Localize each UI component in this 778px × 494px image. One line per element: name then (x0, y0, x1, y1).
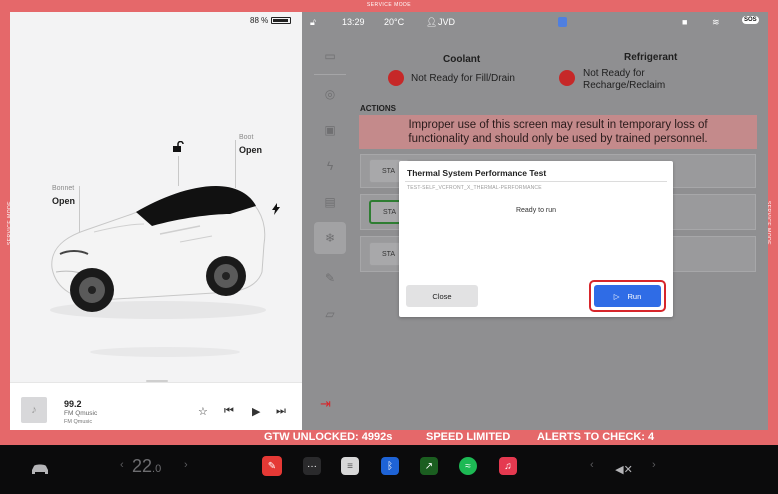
battery-percent: 88 % (250, 16, 269, 25)
station-source: FM Qmusic (64, 419, 93, 425)
play-outline-icon: ▷ (613, 291, 620, 301)
cabin-temp-decimal: .0 (152, 463, 162, 475)
next-track-icon[interactable]: ⏭ (276, 405, 286, 418)
more-icon[interactable]: ··· (303, 457, 321, 475)
screen: SERVICE MODE SERVICE MODE SERVICE MODE 8… (0, 0, 778, 494)
service-mode-frame-top: SERVICE MODE (0, 0, 778, 12)
nav-battery-icon[interactable]: ▤ (318, 190, 342, 214)
coolant-status-dot (388, 70, 404, 86)
speed-limited-text: SPEED LIMITED (426, 431, 511, 443)
refrigerant-status-dot (559, 70, 575, 86)
car-status-panel: 88 % Boot Open Bonnet Open (10, 12, 302, 382)
refrigerant-status: Not Ready for Recharge/Reclaim (583, 68, 665, 92)
temp-up-chevron-icon[interactable]: › (184, 459, 188, 471)
cabin-temperature[interactable]: 22.0 (132, 456, 161, 477)
coolant-heading: Coolant (443, 54, 481, 65)
charge-port-icon[interactable] (272, 202, 280, 220)
media-player[interactable]: ♪ 99.2 FM Qmusic FM Qmusic ☆ ⏮ ▶ ⏭ (10, 380, 302, 430)
gtw-unlocked-text: GTW UNLOCKED: 4992s (264, 431, 393, 443)
lock-status-icon[interactable]: 🔓︎ (310, 17, 316, 28)
alerts-text: ALERTS TO CHECK: 4 (537, 431, 655, 443)
actions-label: ACTIONS (360, 104, 396, 113)
volume-mute-icon[interactable]: ◀✕ (612, 459, 636, 479)
temp-down-chevron-icon[interactable]: ‹ (120, 459, 124, 471)
car-icon[interactable] (28, 459, 52, 479)
spotify-icon[interactable]: ≈ (459, 457, 477, 475)
battery-indicator: 88 % (250, 16, 292, 25)
bluetooth-status-icon (558, 17, 567, 27)
volume-up-chevron-icon[interactable]: › (652, 459, 656, 471)
nav-divider (314, 74, 346, 75)
test-dialog: Thermal System Performance Test TEST-SEL… (399, 161, 673, 317)
refrigerant-heading: Refrigerant (624, 52, 678, 63)
station-name: FM Qmusic (64, 410, 98, 417)
car-shadow (90, 347, 240, 357)
nav-car-icon[interactable]: ▭ (318, 44, 342, 68)
nav-folder-icon[interactable]: ▱ (318, 302, 342, 326)
dialog-test-id: TEST-SELF_VCFRONT_X_THERMAL-PERFORMANCE (407, 185, 542, 191)
nav-thermal-icon[interactable]: ❄ (314, 222, 346, 254)
warning-line2: functionality and should only be used by… (408, 133, 708, 145)
favorite-star-icon[interactable]: ☆ (198, 405, 208, 418)
refrigerant-status-line2: Recharge/Reclaim (583, 80, 666, 91)
dialog-divider (405, 181, 667, 182)
battery-icon (271, 17, 292, 24)
media-drag-handle[interactable] (146, 380, 168, 382)
nav-tools-icon[interactable]: ✎ (318, 266, 342, 290)
service-mode-frame-left: SERVICE MODE (0, 0, 13, 445)
nav-steering-wheel-icon[interactable]: ◎ (318, 82, 342, 106)
run-button[interactable]: ▷ Run (594, 285, 661, 307)
dashcam-icon[interactable]: ■ (682, 17, 687, 27)
service-mode-frame-right: SERVICE MODE (765, 0, 778, 445)
cabin-temp-value: 22 (132, 456, 153, 476)
boot-label: Boot (239, 134, 254, 141)
profile-name[interactable]: JVD (438, 17, 455, 27)
close-button[interactable]: Close (406, 285, 478, 307)
clock: 13:29 (342, 17, 365, 27)
boot-open-button[interactable]: Open (239, 145, 262, 155)
sos-button[interactable]: SOS (742, 16, 759, 24)
service-nav-column: ▭ ◎ ▣ ϟ ▤ ❄ ✎ ▱ ⇥ (302, 32, 358, 430)
service-panel: 🔓︎ 13:29 20°C 👤︎ JVD ■ ≋ SOS ▭ ◎ ▣ ϟ ▤ ❄… (302, 12, 768, 430)
service-wrench-icon[interactable]: ✎ (262, 456, 282, 476)
stocks-icon[interactable]: ↗ (420, 457, 438, 475)
volume-down-chevron-icon[interactable]: ‹ (590, 459, 594, 471)
service-mode-label: SERVICE MODE (366, 2, 412, 8)
run-button-label: Run (627, 291, 642, 301)
top-status-bar: 🔓︎ 13:29 20°C 👤︎ JVD ■ ≋ SOS (302, 12, 768, 32)
run-button-highlight: ▷ Run (589, 280, 666, 312)
taskbar: ‹ 22.0 › ✎ ··· ≡ ᛒ ↗ ≈ ♫ ‹ ◀✕ › (0, 445, 778, 494)
unlock-icon[interactable] (172, 140, 184, 158)
bluetooth-icon[interactable]: ᛒ (381, 457, 399, 475)
coolant-status: Not Ready for Fill/Drain (411, 73, 515, 84)
refrigerant-status-line1: Not Ready for (583, 68, 645, 79)
music-icon[interactable]: ♫ (499, 457, 517, 475)
exit-service-icon[interactable]: ⇥ (320, 396, 331, 412)
profile-icon[interactable]: 👤︎ (426, 17, 437, 28)
album-art-music-icon: ♪ (21, 397, 47, 423)
station-frequency: 99.2 (64, 399, 82, 409)
car-image (50, 186, 266, 319)
notepad-icon[interactable]: ≡ (341, 457, 359, 475)
play-icon[interactable]: ▶ (252, 405, 260, 418)
outside-temp: 20°C (384, 17, 405, 27)
wifi-icon[interactable]: ≋ (712, 17, 720, 28)
warning-line1: Improper use of this screen may result i… (408, 119, 708, 131)
previous-track-icon[interactable]: ⏮ (224, 405, 234, 418)
dialog-title: Thermal System Performance Test (407, 168, 547, 178)
nav-power-icon[interactable]: ϟ (318, 154, 342, 178)
dialog-message: Ready to run (515, 207, 557, 214)
warning-banner: Improper use of this screen may result i… (359, 115, 757, 149)
service-status-banner: GTW UNLOCKED: 4992s SPEED LIMITED ALERTS… (0, 430, 778, 445)
nav-chip-icon[interactable]: ▣ (318, 118, 342, 142)
